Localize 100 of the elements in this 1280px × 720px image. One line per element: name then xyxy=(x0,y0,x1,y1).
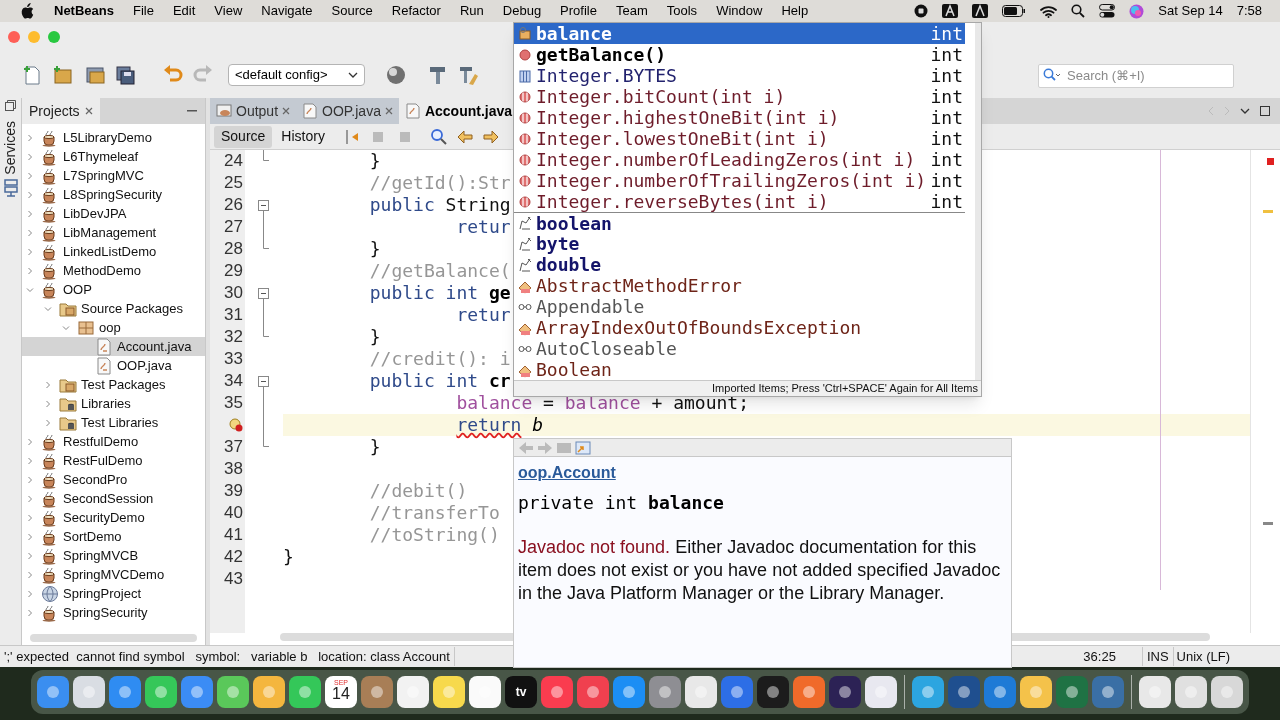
wifi-icon[interactable] xyxy=(1040,4,1058,18)
tree-item[interactable]: RestfulDemo xyxy=(22,432,205,451)
completion-item[interactable]: balance int xyxy=(514,23,965,44)
editor-tab[interactable]: OOP.java xyxy=(296,98,399,124)
tree-item[interactable]: OOP.java xyxy=(22,356,205,375)
tree-item[interactable]: L7SpringMVC xyxy=(22,166,205,185)
app-icon[interactable] xyxy=(649,676,681,708)
menu-item[interactable]: Navigate xyxy=(261,1,313,21)
tree-item[interactable]: SpringProject xyxy=(22,584,205,603)
panel-tab[interactable]: Projects xyxy=(22,98,100,124)
menu-item[interactable]: View xyxy=(214,1,243,21)
app-icon[interactable] xyxy=(217,676,249,708)
menu-item[interactable]: Help xyxy=(781,1,809,21)
app-icon[interactable] xyxy=(793,676,825,708)
minimize-panel-icon[interactable] xyxy=(187,110,197,112)
app-icon[interactable] xyxy=(912,676,944,708)
control-center-icon[interactable] xyxy=(1099,4,1116,18)
tree-item[interactable]: Libraries xyxy=(22,394,205,413)
app-icon[interactable] xyxy=(757,676,789,708)
keyboard-input-icon[interactable] xyxy=(972,4,989,18)
tree-item[interactable]: L5LibraryDemo xyxy=(22,128,205,147)
menu-item[interactable]: Refactor xyxy=(391,1,441,21)
menu-item[interactable]: Edit xyxy=(172,1,196,21)
font-icon[interactable] xyxy=(942,4,959,18)
caret-icon[interactable] xyxy=(1240,108,1250,114)
siri-icon[interactable] xyxy=(1129,3,1145,19)
error-hint-icon[interactable] xyxy=(229,418,243,432)
tree-item[interactable]: Test Packages xyxy=(22,375,205,394)
tree-item[interactable]: L6Thymeleaf xyxy=(22,147,205,166)
app-icon[interactable] xyxy=(1211,676,1243,708)
tree-item[interactable]: oop xyxy=(22,318,205,337)
app-icon[interactable] xyxy=(1175,676,1207,708)
app-icon[interactable] xyxy=(469,676,501,708)
tree-item[interactable]: L8SpringSecurity xyxy=(22,185,205,204)
completion-item[interactable]: double xyxy=(514,254,965,275)
tree-item[interactable]: SecondSession xyxy=(22,489,205,508)
tree-item[interactable]: LibManagement xyxy=(22,223,205,242)
tree-item[interactable]: SortDemo xyxy=(22,527,205,546)
menu-item[interactable]: Debug xyxy=(502,1,542,21)
tree-item[interactable]: Account.java xyxy=(22,337,205,356)
services-tab[interactable]: Services xyxy=(0,121,21,197)
menu-item[interactable]: Tools xyxy=(666,1,698,21)
app-icon[interactable] xyxy=(829,676,861,708)
close-icon[interactable] xyxy=(8,31,20,43)
menu-item[interactable]: Window xyxy=(716,1,763,21)
scrollbar[interactable] xyxy=(30,634,197,642)
app-icon[interactable] xyxy=(1020,676,1052,708)
tree-item[interactable]: SecurityDemo xyxy=(22,508,205,527)
app-menu[interactable]: NetBeans xyxy=(54,1,114,21)
tree-item[interactable]: MethodDemo xyxy=(22,261,205,280)
app-icon[interactable] xyxy=(73,676,105,708)
app-icon[interactable] xyxy=(181,676,213,708)
app-icon[interactable] xyxy=(721,676,753,708)
maximize-panel-icon[interactable] xyxy=(1260,106,1270,116)
completion-item[interactable]: byte xyxy=(514,233,965,254)
fold-collapse-icon[interactable] xyxy=(258,200,269,216)
app-icon[interactable] xyxy=(577,676,609,708)
app-icon[interactable] xyxy=(948,676,980,708)
fold-collapse-icon[interactable] xyxy=(258,376,269,392)
completion-item[interactable]: ArrayIndexOutOfBoundsException xyxy=(514,317,965,338)
completion-item[interactable]: Integer.lowestOneBit(int i) int xyxy=(514,128,965,149)
fold-collapse-icon[interactable] xyxy=(258,288,269,304)
open-browser-icon[interactable] xyxy=(575,440,591,455)
record-icon[interactable] xyxy=(914,4,929,18)
battery-icon[interactable] xyxy=(1002,5,1027,17)
completion-item[interactable]: Integer.BYTES int xyxy=(514,65,965,86)
tree-item[interactable]: SpringMVCB xyxy=(22,546,205,565)
completion-item[interactable]: Boolean xyxy=(514,359,965,380)
tree-item[interactable]: OOP xyxy=(22,280,205,299)
restore-window-icon[interactable] xyxy=(5,100,16,111)
app-icon[interactable] xyxy=(433,676,465,708)
tree-item[interactable]: RestFulDemo xyxy=(22,451,205,470)
editor-tab[interactable]: Output xyxy=(210,98,297,124)
app-icon[interactable] xyxy=(685,676,717,708)
completion-item[interactable]: getBalance() int xyxy=(514,44,965,65)
app-icon[interactable] xyxy=(984,676,1016,708)
tree-item[interactable]: SecondPro xyxy=(22,470,205,489)
tree-item[interactable]: LinkedListDemo xyxy=(22,242,205,261)
maximize-icon[interactable] xyxy=(48,31,60,43)
app-icon[interactable] xyxy=(37,676,69,708)
completion-item[interactable]: AutoCloseable xyxy=(514,338,965,359)
tree-item[interactable]: SpringMVCDemo xyxy=(22,565,205,584)
menu-item[interactable]: Run xyxy=(459,1,484,21)
completion-item[interactable]: Appendable xyxy=(514,296,965,317)
config-dropdown[interactable]: <default config> xyxy=(228,64,365,86)
view-tab[interactable]: Source xyxy=(214,125,273,148)
app-icon[interactable] xyxy=(289,676,321,708)
class-link[interactable]: oop.Account xyxy=(518,461,616,485)
tv-app-icon[interactable]: tv xyxy=(505,676,537,708)
app-icon[interactable] xyxy=(109,676,141,708)
menu-item[interactable]: Source xyxy=(331,1,373,21)
app-icon[interactable] xyxy=(145,676,177,708)
app-icon[interactable] xyxy=(1092,676,1124,708)
tree-item[interactable]: Source Packages xyxy=(22,299,205,318)
app-icon[interactable] xyxy=(397,676,429,708)
search-icon[interactable] xyxy=(1071,4,1086,18)
tree-item[interactable]: LibDevJPA xyxy=(22,204,205,223)
menu-item[interactable]: File xyxy=(132,1,154,21)
search-field[interactable]: Search (⌘+I) xyxy=(1038,63,1234,88)
menu-item[interactable]: Profile xyxy=(560,1,597,21)
